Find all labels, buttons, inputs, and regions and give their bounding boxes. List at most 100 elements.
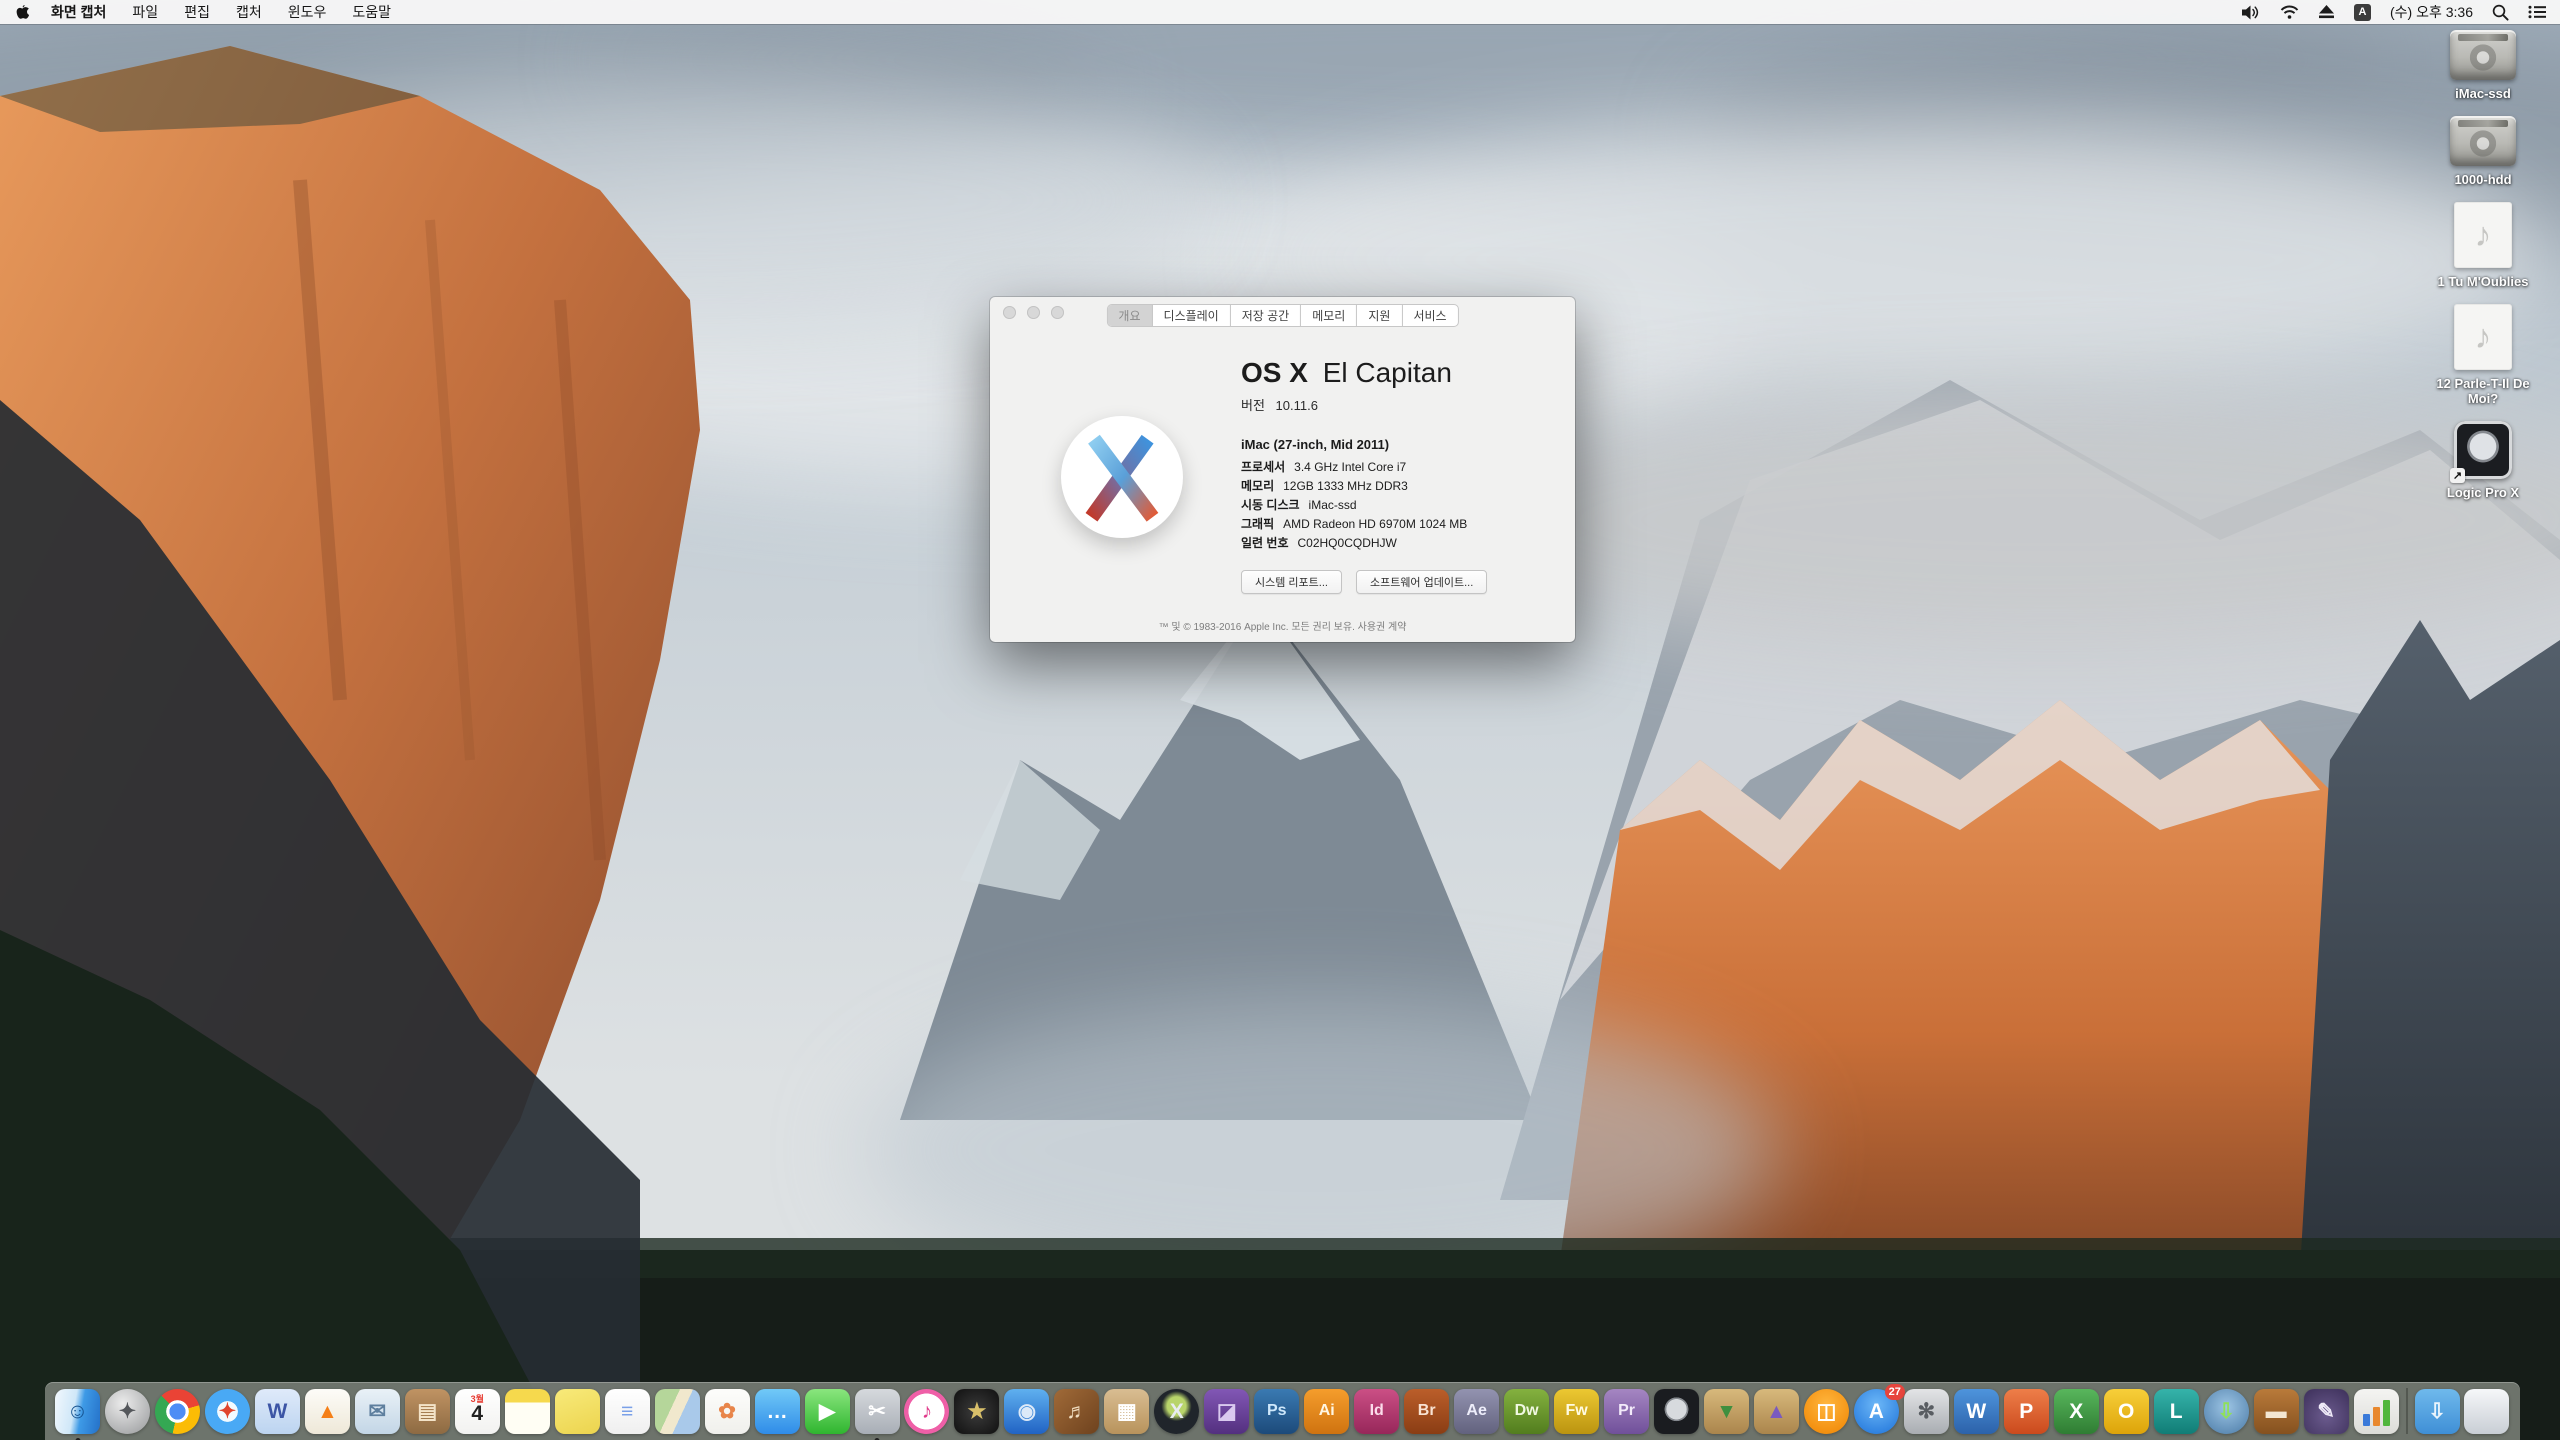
apple-menu[interactable]: [14, 4, 29, 21]
tab-memory[interactable]: 메모리: [1301, 305, 1357, 326]
dock-indesign[interactable]: Id: [1354, 1389, 1399, 1434]
dock-stuffit-expander[interactable]: ▼: [1704, 1389, 1749, 1434]
tab-overview[interactable]: 개요: [1107, 305, 1152, 326]
os-title-main: OS X: [1241, 357, 1308, 388]
dock-photos[interactable]: ✿: [705, 1389, 750, 1434]
zoom-button[interactable]: [1051, 306, 1064, 319]
alias-arrow-icon: ↗: [2450, 468, 2465, 483]
dock-speed-download[interactable]: ⇩: [2204, 1389, 2249, 1434]
system-preferences-glyph: ✻: [1918, 1401, 1936, 1422]
dock-downloads-folder[interactable]: ⇩: [2415, 1389, 2460, 1434]
spec-memory-label: 메모리: [1241, 479, 1274, 493]
spec-startup-disk: 시동 디스크iMac-ssd: [1241, 496, 1563, 515]
wifi-icon[interactable]: [2280, 5, 2299, 19]
dock-contacts[interactable]: ▤: [405, 1389, 450, 1434]
dock-reminders[interactable]: ≡: [605, 1389, 650, 1434]
dock-outlook[interactable]: O: [2104, 1389, 2149, 1434]
dock-notes[interactable]: [505, 1389, 550, 1434]
minimize-button[interactable]: [1027, 306, 1040, 319]
dock-launchpad[interactable]: ✦: [105, 1389, 150, 1434]
menu-clock[interactable]: (수) 오후 3:36: [2390, 2, 2473, 22]
tab-storage[interactable]: 저장 공간: [1231, 305, 1302, 326]
dock-imovie[interactable]: ★: [954, 1389, 999, 1434]
dock-messages[interactable]: …: [755, 1389, 800, 1434]
illustrator-glyph: Ai: [1319, 1403, 1335, 1419]
chart-bar-icon: [2373, 1407, 2380, 1426]
dock-mail[interactable]: ✉: [355, 1389, 400, 1434]
dock-chrome[interactable]: [155, 1389, 200, 1434]
dock-illustrator[interactable]: Ai: [1304, 1389, 1349, 1434]
audio-file-icon: ♪: [2454, 202, 2512, 268]
dock-finder[interactable]: ☺: [55, 1389, 100, 1434]
close-button[interactable]: [1003, 306, 1016, 319]
dock-excel[interactable]: X: [2054, 1389, 2099, 1434]
apple-logo-icon: [14, 4, 29, 21]
dock-screen-capture-app[interactable]: ✂: [855, 1389, 900, 1434]
dock-stickies[interactable]: [555, 1389, 600, 1434]
desktop-icon-parle-t-il-de-moi[interactable]: ♪12 Parle-T-Il De Moi?: [2424, 304, 2542, 406]
dock-trash[interactable]: [2464, 1389, 2509, 1434]
dock-app-store[interactable]: A27: [1854, 1389, 1899, 1434]
desktop-icon-logic-pro-x[interactable]: ↗Logic Pro X: [2424, 421, 2542, 500]
menu-screen-capture[interactable]: 화면 캡처: [51, 2, 106, 22]
spotlight-icon[interactable]: [2492, 4, 2509, 21]
dock-word[interactable]: W: [1954, 1389, 1999, 1434]
menu-help[interactable]: 도움말: [352, 2, 391, 22]
dock-maps[interactable]: [655, 1389, 700, 1434]
tab-service[interactable]: 서비스: [1402, 305, 1457, 326]
menu-file[interactable]: 파일: [132, 2, 158, 22]
dock-ibooks[interactable]: ◫: [1804, 1389, 1849, 1434]
desktop-icon-tu-m-oublies[interactable]: ♪1 Tu M'Oublies: [2424, 202, 2542, 289]
bridge-glyph: Br: [1418, 1403, 1436, 1419]
dock-system-preferences[interactable]: ✻: [1904, 1389, 1949, 1434]
safari-glyph: ✦: [219, 1401, 237, 1422]
downloads-folder-glyph: ⇩: [2428, 1401, 2446, 1422]
tab-displays[interactable]: 디스플레이: [1153, 305, 1231, 326]
dock-photoshop[interactable]: Ps: [1254, 1389, 1299, 1434]
dock-vlc[interactable]: ▲: [305, 1389, 350, 1434]
dock-itunes[interactable]: ♪: [904, 1389, 949, 1434]
input-source-menu[interactable]: A: [2354, 4, 2371, 21]
dock-fireworks[interactable]: Fw: [1554, 1389, 1599, 1434]
dock-garageband[interactable]: ♬: [1054, 1389, 1099, 1434]
dock-pages[interactable]: ✎: [2304, 1389, 2349, 1434]
dock-logic-pro[interactable]: [1654, 1389, 1699, 1434]
dock-powerpoint[interactable]: P: [2004, 1389, 2049, 1434]
dock-keynote[interactable]: ▬: [2254, 1389, 2299, 1434]
notification-center-icon[interactable]: [2528, 5, 2546, 19]
menu-window[interactable]: 윈도우: [288, 2, 327, 22]
menu-edit[interactable]: 편집: [184, 2, 210, 22]
system-report-button[interactable]: 시스템 리포트...: [1241, 570, 1342, 594]
eject-icon[interactable]: [2318, 5, 2335, 19]
dock-bridge[interactable]: Br: [1404, 1389, 1449, 1434]
volume-icon[interactable]: [2242, 5, 2261, 20]
app-alias-icon: ↗: [2454, 421, 2512, 479]
dock-safari[interactable]: ✦: [205, 1389, 250, 1434]
x-landscape-app-glyph: X: [1170, 1401, 1184, 1422]
tab-support[interactable]: 지원: [1357, 305, 1402, 326]
dock-after-effects[interactable]: Ae: [1454, 1389, 1499, 1434]
dock-premiere[interactable]: Pr: [1604, 1389, 1649, 1434]
dock-toast-titanium[interactable]: ◪: [1204, 1389, 1249, 1434]
version-label: 버전: [1241, 398, 1265, 413]
menu-capture[interactable]: 캡처: [236, 2, 262, 22]
os-title-sub: El Capitan: [1323, 357, 1452, 388]
dock-dreamweaver[interactable]: Dw: [1504, 1389, 1549, 1434]
desktop-icon-label: 1000-hdd: [2454, 172, 2511, 187]
dock-lync[interactable]: L: [2154, 1389, 2199, 1434]
contacts-glyph: ▤: [417, 1401, 437, 1422]
dock-dvd-player[interactable]: ◉: [1004, 1389, 1049, 1434]
photoshop-glyph: Ps: [1267, 1403, 1287, 1419]
dock-dropstuff[interactable]: ▲: [1754, 1389, 1799, 1434]
dock-photo-board-app[interactable]: ▦: [1104, 1389, 1149, 1434]
desktop-icon-1000-hdd[interactable]: 1000-hdd: [2424, 116, 2542, 187]
window-controls: [1003, 306, 1064, 319]
desktop-icon-imac-ssd[interactable]: iMac-ssd: [2424, 30, 2542, 101]
dock-calendar[interactable]: 3월4: [455, 1389, 500, 1434]
dock-numbers[interactable]: [2354, 1389, 2399, 1434]
dock-x-landscape-app[interactable]: X: [1154, 1389, 1199, 1434]
outlook-glyph: O: [2118, 1401, 2134, 1422]
dock-facetime[interactable]: ▶: [805, 1389, 850, 1434]
software-update-button[interactable]: 소프트웨어 업데이트...: [1356, 570, 1487, 594]
dock-web-w-app[interactable]: W: [255, 1389, 300, 1434]
